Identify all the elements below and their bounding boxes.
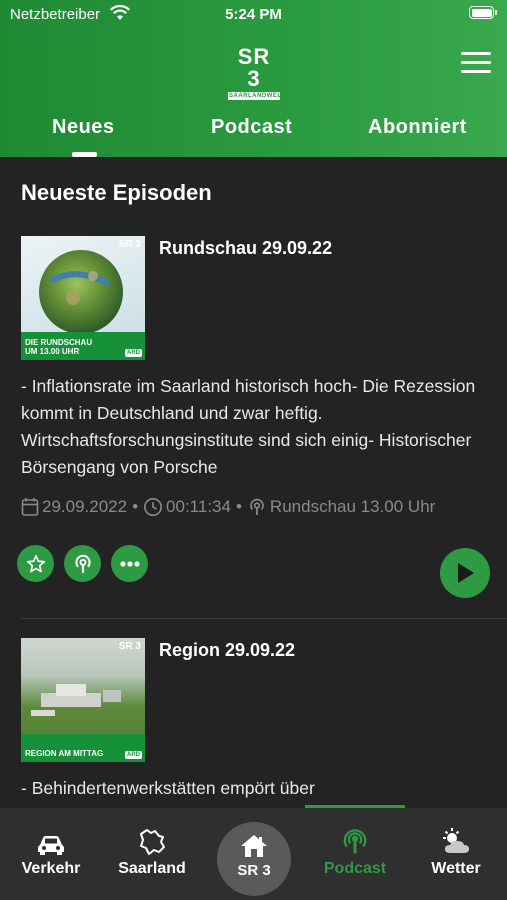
saarland-map-icon	[140, 829, 165, 855]
nav-label-saarland: Saarland	[118, 860, 186, 877]
play-icon	[458, 563, 474, 583]
ard-badge: ARD	[125, 349, 142, 357]
thumbnail-logo: SR 3	[118, 239, 141, 250]
star-icon	[26, 554, 45, 572]
logo-sub-text: SAARLANDWELLE	[228, 92, 291, 100]
play-button[interactable]	[440, 548, 490, 598]
episode-date: 29.09.2022	[42, 497, 128, 516]
ard-badge: ARD	[125, 751, 142, 759]
tab-abonniert[interactable]: Abonniert	[368, 116, 467, 139]
nav-label-verkehr: Verkehr	[21, 860, 81, 877]
nav-wetter[interactable]: Wetter	[406, 826, 506, 878]
nav-label-podcast: Podcast	[323, 860, 387, 877]
more-options-button[interactable]	[111, 545, 148, 582]
podcast-button[interactable]	[64, 545, 101, 582]
episode-description: - Behindertenwerkstätten empört über	[21, 778, 315, 798]
nav-saarland[interactable]: Saarland	[102, 826, 202, 878]
tab-podcast[interactable]: Podcast	[211, 116, 292, 139]
calendar-icon	[21, 498, 39, 516]
nav-verkehr[interactable]: Verkehr	[1, 826, 101, 878]
app-header: Netzbetreiber 5:24 PM SR 3 SAARLANDWELLE…	[0, 0, 507, 157]
more-dots-icon	[119, 560, 140, 567]
active-tab-indicator	[72, 152, 97, 157]
tab-neues[interactable]: Neues	[52, 116, 115, 139]
home-icon	[241, 835, 267, 857]
thumbnail-logo: SR 3	[118, 641, 141, 652]
podcast-icon	[74, 554, 91, 573]
podcast-icon	[343, 829, 367, 854]
episode-meta: 29.09.2022 • 00:11:34 • Rundschau 13.00 …	[21, 497, 435, 517]
weather-icon	[443, 828, 469, 853]
status-time: 5:24 PM	[225, 6, 282, 23]
sr3-logo: SR 3 SAARLANDWELLE	[228, 46, 290, 100]
episode-duration: 00:11:34	[166, 497, 231, 516]
thumbnail-caption: REGION AM MITTAG	[25, 749, 104, 758]
meta-separator: •	[235, 497, 242, 516]
clock-icon	[144, 498, 163, 516]
episode-divider	[21, 618, 507, 619]
nav-sr3-home-button[interactable]: SR 3	[217, 822, 291, 896]
nav-label-wetter: Wetter	[431, 860, 481, 877]
meta-separator: •	[132, 497, 139, 516]
nav-podcast[interactable]: Podcast	[305, 826, 405, 878]
episode-title[interactable]: Region 29.09.22	[159, 640, 295, 661]
thumbnail-caption: DIE RUNDSCHAU UM 13.00 UHR	[25, 338, 93, 356]
episode-thumbnail[interactable]: SR 3 DIE RUNDSCHAU UM 13.00 UHR ARD	[21, 236, 145, 360]
logo-main-text: SR 3	[237, 44, 271, 91]
status-bar: Netzbetreiber 5:24 PM	[0, 0, 507, 28]
episode-podcast-name: Rundschau 13.00 Uhr	[269, 497, 436, 516]
episode-thumbnail[interactable]: SR 3 REGION AM MITTAG ARD	[21, 638, 145, 762]
favorite-button[interactable]	[17, 545, 54, 582]
battery-icon	[469, 6, 497, 19]
episode-title[interactable]: Rundschau 29.09.22	[159, 238, 332, 259]
car-icon	[38, 836, 64, 855]
podcast-icon	[250, 498, 264, 515]
section-title: Neueste Episoden	[21, 180, 212, 205]
top-tabs: Neues Podcast Abonniert	[0, 108, 507, 157]
hamburger-menu-icon[interactable]	[461, 52, 491, 74]
nav-label-sr3: SR 3	[237, 862, 271, 879]
episode-description: - Inflationsrate im Saarland historisch …	[21, 376, 476, 477]
